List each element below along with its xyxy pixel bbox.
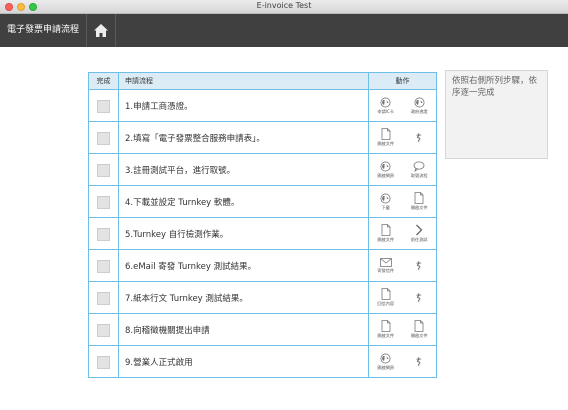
step-label: 2.填寫「電子發票整合服務申請表」。: [118, 121, 369, 154]
step-4-action-2-button[interactable]: 開啟文件: [403, 187, 437, 217]
table-row-step-1: 1.申請工商憑證。 申請IC卡 政府憑證: [88, 89, 437, 122]
signature-icon: [415, 260, 423, 271]
step-label: 1.申請工商憑證。: [118, 89, 369, 122]
actions-column-header: 動作: [368, 72, 437, 90]
completed-checkbox[interactable]: [97, 356, 110, 369]
step-8-action-1-button[interactable]: 開啟文件: [369, 315, 403, 345]
document-icon: [381, 224, 391, 236]
table-row-step-5: 5.Turnkey 自行檢測作業。 開啟文件 前往測試: [88, 217, 437, 250]
envelope-icon: [379, 257, 392, 267]
home-button[interactable]: [86, 14, 116, 47]
globe-icon: [380, 193, 391, 204]
document-icon: [381, 288, 391, 300]
action-label: 政府憑證: [410, 108, 428, 114]
completed-checkbox[interactable]: [97, 260, 110, 273]
step-8-action-2-button[interactable]: 開啟文件: [403, 315, 437, 345]
table-row-step-7: 7.紙本行文 Turnkey 測試結果。 回信內容: [88, 281, 437, 314]
table-header-row: 完成 申請流程 動作: [88, 72, 437, 90]
step-label: 3.註冊測試平台，進行取號。: [118, 153, 369, 186]
top-nav-bar: 電子發票申請流程: [0, 14, 568, 47]
action-label: 開啟文件: [410, 333, 428, 338]
document-icon: [414, 192, 424, 204]
window-title: E-invoice Test: [256, 1, 312, 10]
completed-checkbox[interactable]: [97, 100, 110, 113]
action-label: 開啟網頁: [377, 364, 395, 370]
step-6-action-1-button[interactable]: 寄發信件: [369, 251, 403, 281]
document-icon: [381, 128, 391, 140]
globe-icon: [380, 161, 391, 172]
globe-icon: [380, 97, 391, 108]
chat-bubble-icon: [413, 161, 425, 172]
step-label: 4.下載並設定 Turnkey 軟體。: [118, 185, 369, 218]
completed-checkbox[interactable]: [97, 132, 110, 145]
completed-checkbox[interactable]: [97, 164, 110, 177]
title-bar: E-invoice Test: [0, 0, 568, 14]
action-label: 申請IC卡: [377, 108, 395, 114]
step-label: 5.Turnkey 自行檢測作業。: [118, 217, 369, 250]
step-label: 6.eMail 寄發 Turnkey 測試結果。: [118, 249, 369, 282]
action-label: 開啟文件: [377, 141, 395, 146]
step-label: 7.紙本行文 Turnkey 測試結果。: [118, 281, 369, 314]
step-6-action-2-button[interactable]: [403, 251, 437, 281]
step-2-action-2-button[interactable]: [403, 123, 437, 153]
action-label: 開啟網頁: [377, 172, 395, 178]
document-icon: [381, 320, 391, 332]
step-1-action-2-button[interactable]: 政府憑證: [403, 91, 437, 121]
completed-checkbox[interactable]: [97, 228, 110, 241]
action-label: 寄發信件: [377, 267, 395, 273]
step-label: 9.營業人正式啟用: [118, 345, 369, 378]
globe-icon: [414, 97, 425, 108]
table-row-step-2: 2.填寫「電子發票整合服務申請表」。 開啟文件: [88, 121, 437, 154]
completed-checkbox[interactable]: [97, 196, 110, 209]
action-label: 開啟文件: [377, 333, 395, 338]
step-4-action-1-button[interactable]: 下載: [369, 187, 403, 217]
step-2-action-1-button[interactable]: 開啟文件: [369, 123, 403, 153]
step-9-action-2-button[interactable]: [403, 347, 437, 377]
action-label: 前往測試: [410, 237, 428, 242]
action-label: 回信內容: [377, 301, 395, 306]
table-row-step-8: 8.向稽徵機關提出申請 開啟文件 開啟文件: [88, 313, 437, 346]
step-7-action-1-button[interactable]: 回信內容: [369, 283, 403, 313]
step-label: 8.向稽徵機關提出申請: [118, 313, 369, 346]
steps-table: 完成 申請流程 動作 1.申請工商憑證。 申請IC卡 政府憑證 2.填寫「電子發…: [88, 72, 437, 378]
action-label: 下載: [381, 204, 390, 210]
nav-brand[interactable]: 電子發票申請流程: [0, 14, 86, 47]
step-3-action-2-button[interactable]: 取號流程: [403, 155, 437, 185]
document-icon: [414, 320, 424, 332]
step-9-action-1-button[interactable]: 開啟網頁: [369, 347, 403, 377]
signature-icon: [415, 356, 423, 367]
signature-icon: [415, 292, 423, 303]
instruction-note: 依照右側所列步驟，依序逐一完成: [445, 70, 548, 159]
action-label: 開啟文件: [410, 205, 428, 210]
completed-checkbox[interactable]: [97, 324, 110, 337]
step-7-action-2-button[interactable]: [403, 283, 437, 313]
action-label: 開啟文件: [377, 237, 395, 242]
table-row-step-4: 4.下載並設定 Turnkey 軟體。 下載 開啟文件: [88, 185, 437, 218]
home-icon: [94, 24, 108, 37]
globe-icon: [380, 353, 391, 364]
step-column-header: 申請流程: [118, 72, 369, 90]
signature-icon: [415, 132, 423, 143]
done-column-header: 完成: [88, 72, 119, 90]
table-row-step-6: 6.eMail 寄發 Turnkey 測試結果。 寄發信件: [88, 249, 437, 282]
app-window: E-invoice Test 電子發票申請流程 完成 申請流程 動作 1.申請工…: [0, 0, 568, 410]
completed-checkbox[interactable]: [97, 292, 110, 305]
step-5-action-1-button[interactable]: 開啟文件: [369, 219, 403, 249]
table-row-step-3: 3.註冊測試平台，進行取號。 開啟網頁 取號流程: [88, 153, 437, 186]
step-3-action-1-button[interactable]: 開啟網頁: [369, 155, 403, 185]
step-1-action-1-button[interactable]: 申請IC卡: [369, 91, 403, 121]
chevron-right-icon: [415, 224, 423, 236]
action-label: 取號流程: [410, 172, 428, 178]
table-row-step-9: 9.營業人正式啟用 開啟網頁: [88, 345, 437, 378]
step-5-action-2-button[interactable]: 前往測試: [403, 219, 437, 249]
